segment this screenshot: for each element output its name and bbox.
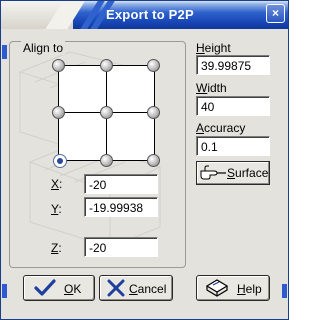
radio-selected-dot — [57, 158, 63, 164]
checkmark-icon — [34, 279, 56, 296]
frame-marker — [2, 284, 7, 298]
anchor-knob-icon[interactable] — [100, 106, 113, 119]
close-button[interactable]: × — [266, 4, 285, 23]
ok-button-label: OK — [64, 282, 82, 296]
frame-marker — [282, 284, 287, 298]
height-field[interactable]: 39.99875 — [196, 55, 270, 75]
ok-button[interactable]: OK — [23, 275, 95, 301]
window-title: Export to P2P — [106, 7, 194, 22]
accuracy-label: Accuracy — [196, 121, 246, 135]
title-bar-ornament — [1, 1, 73, 29]
anchor-knob-icon[interactable] — [52, 59, 65, 72]
anchor-bottom-left-radio[interactable] — [53, 154, 67, 168]
z-label: Z: — [51, 241, 62, 255]
help-book-icon — [205, 279, 229, 297]
anchor-knob-icon[interactable] — [52, 106, 65, 119]
y-label: Y: — [51, 202, 62, 216]
height-label: Height — [196, 41, 231, 55]
pointing-hand-icon — [200, 165, 226, 180]
frame-marker — [2, 45, 7, 59]
y-field[interactable]: -19.99938 — [84, 197, 158, 217]
z-field[interactable]: -20 — [84, 237, 158, 257]
surface-button-label: Surface — [227, 166, 269, 180]
x-label: X: — [51, 177, 63, 191]
width-field[interactable]: 40 — [196, 96, 270, 116]
anchor-knob-icon[interactable] — [147, 59, 160, 72]
cancel-button-label: Cancel — [129, 282, 167, 296]
anchor-knob-icon[interactable] — [100, 59, 113, 72]
anchor-knob-icon[interactable] — [147, 154, 160, 167]
width-label: Width — [196, 81, 227, 95]
export-dialog: Export to P2P × Align to X: -20 Y: -19.9… — [0, 0, 289, 320]
cancel-button[interactable]: Cancel — [99, 275, 173, 301]
x-mark-icon — [107, 279, 125, 297]
help-button[interactable]: Help — [196, 275, 270, 301]
title-bar[interactable]: Export to P2P × — [1, 1, 288, 29]
accuracy-field[interactable]: 0.1 — [196, 136, 270, 156]
anchor-knob-icon[interactable] — [147, 106, 160, 119]
align-to-label: Align to — [21, 41, 66, 55]
surface-button[interactable]: Surface — [196, 161, 270, 185]
close-icon: × — [271, 6, 279, 20]
help-button-label: Help — [237, 282, 262, 296]
anchor-knob-icon[interactable] — [100, 154, 113, 167]
x-field[interactable]: -20 — [84, 174, 158, 194]
